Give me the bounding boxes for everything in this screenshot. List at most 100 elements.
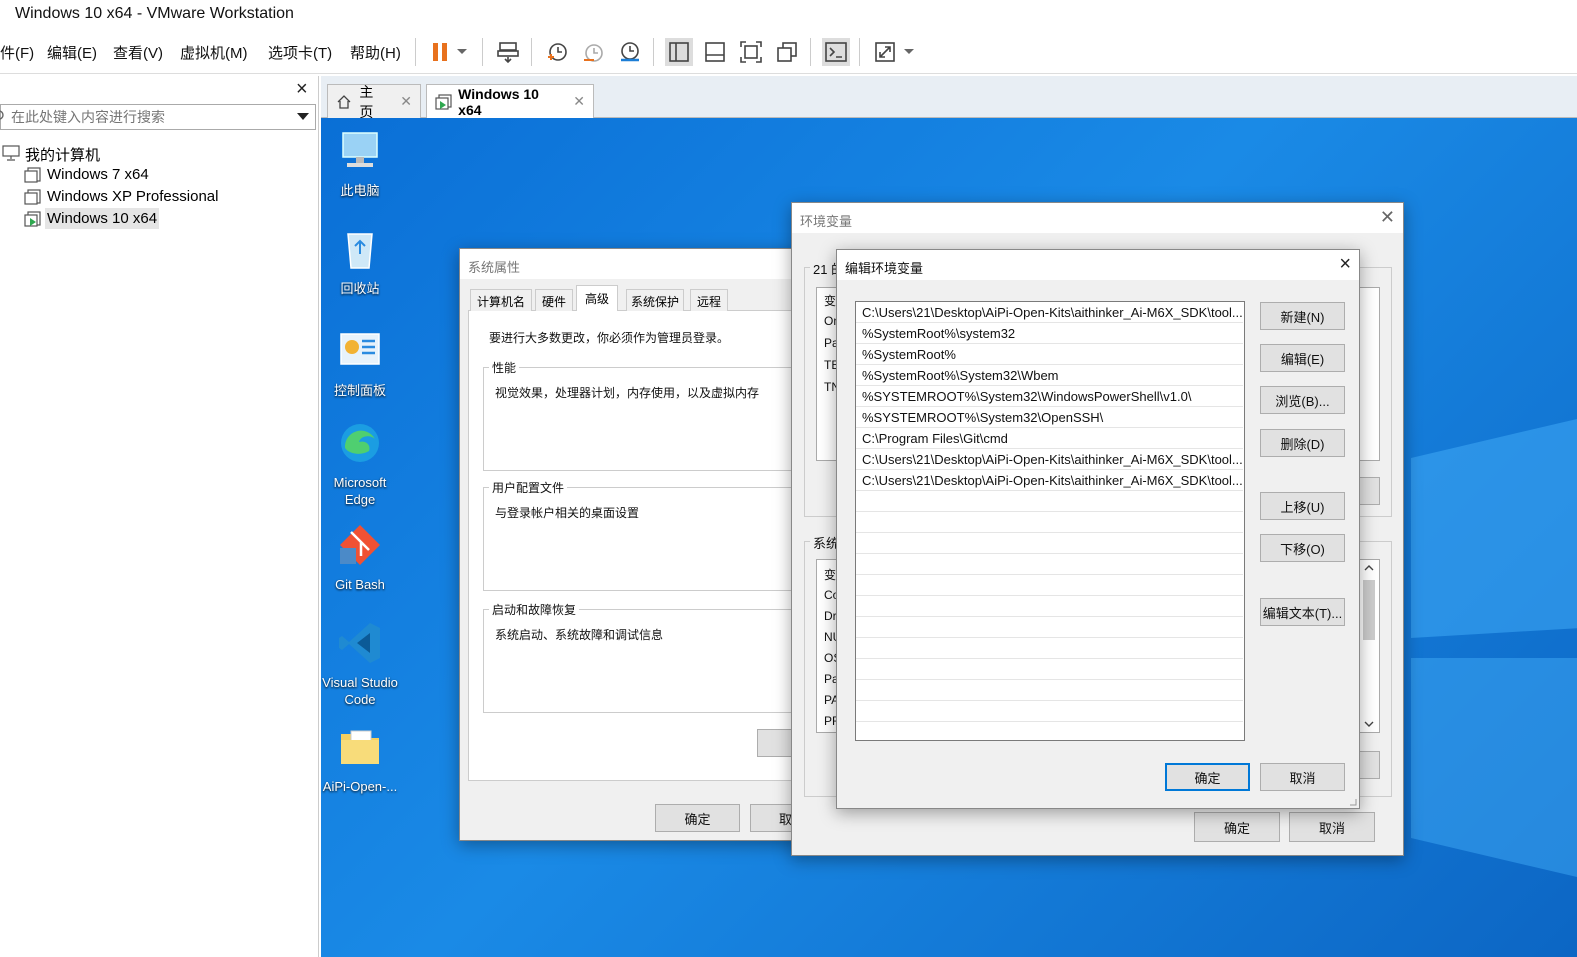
list-item[interactable] (856, 617, 1243, 638)
close-icon[interactable]: ✕ (573, 93, 585, 110)
list-item[interactable] (856, 491, 1243, 512)
cancel-button[interactable]: 取消 (1289, 812, 1375, 842)
send-keys-icon[interactable] (494, 38, 522, 66)
list-item[interactable]: %SYSTEMROOT%\System32\WindowsPowerShell\… (856, 386, 1243, 407)
close-icon[interactable]: ✕ (400, 93, 412, 110)
desktop-icon-edge[interactable]: Microsoft Edge (321, 420, 399, 508)
system-delete-button[interactable] (1358, 751, 1380, 779)
tab-label: Windows 10 x64 (458, 85, 539, 118)
group-description: 系统启动、系统故障和调试信息 (495, 628, 664, 642)
tab-advanced[interactable]: 高级 (576, 285, 619, 312)
move-down-button[interactable]: 下移(O) (1260, 534, 1345, 562)
revert-snapshot-icon[interactable] (580, 38, 608, 66)
fullscreen-icon[interactable] (737, 38, 765, 66)
path-entries-list[interactable]: C:\Users\21\Desktop\AiPi-Open-Kits\aithi… (855, 301, 1245, 741)
menu-help[interactable]: 帮助(H) (350, 42, 401, 63)
desktop-icon-recycle-bin[interactable]: 回收站 (321, 226, 399, 297)
tab-vm[interactable]: Windows 10 x64 ✕ (426, 84, 594, 118)
tree-root[interactable]: 我的计算机 (0, 142, 300, 164)
search-box[interactable] (0, 104, 316, 130)
unity-icon[interactable] (773, 38, 801, 66)
list-item[interactable] (856, 638, 1243, 659)
stretch-icon[interactable] (871, 38, 899, 66)
desktop-icon-label: AiPi-Open-... (322, 779, 398, 794)
close-icon[interactable]: × (296, 78, 308, 101)
list-item[interactable] (856, 701, 1243, 722)
list-item[interactable]: C:\Users\21\Desktop\AiPi-Open-Kits\aithi… (856, 470, 1243, 491)
computer-icon (342, 132, 378, 167)
menu-tabs[interactable]: 选项卡(T) (268, 42, 332, 63)
list-item[interactable] (856, 575, 1243, 596)
move-up-button[interactable]: 上移(U) (1260, 492, 1345, 520)
list-item[interactable]: Dr (824, 609, 837, 623)
menu-view[interactable]: 查看(V) (113, 42, 163, 63)
window-title: Windows 10 x64 - VMware Workstation (15, 5, 294, 22)
list-item[interactable] (856, 533, 1243, 554)
chevron-down-icon[interactable] (297, 113, 309, 121)
desktop-icon-folder[interactable]: AiPi-Open-... (321, 724, 399, 795)
user-variables-list-edge (1360, 287, 1380, 461)
dialog-title: 环境变量 (792, 203, 1403, 233)
menu-edit[interactable]: 编辑(E) (47, 42, 97, 63)
list-item[interactable] (856, 554, 1243, 575)
chevron-up-icon[interactable] (1364, 564, 1374, 572)
library-view-icon[interactable] (665, 38, 693, 66)
guest-desktop[interactable]: 此电脑 回收站 控制面板 Microsoft Edge Git Bash Vis… (321, 118, 1577, 957)
snapshot-icon[interactable] (543, 38, 571, 66)
list-item[interactable] (856, 512, 1243, 533)
ok-button[interactable]: 确定 (1165, 763, 1250, 791)
list-item[interactable] (856, 680, 1243, 701)
list-item[interactable] (856, 596, 1243, 617)
list-item[interactable]: %SystemRoot%\System32\Wbem (856, 365, 1243, 386)
group-label: 性能 (489, 359, 520, 376)
desktop-icon-vscode[interactable]: Visual Studio Code (321, 620, 399, 708)
admin-note: 要进行大多数更改，你必须作为管理员登录。 (489, 331, 730, 345)
list-item[interactable]: %SystemRoot% (856, 344, 1243, 365)
list-item[interactable]: C:\Users\21\Desktop\AiPi-Open-Kits\aithi… (856, 449, 1243, 470)
delete-button[interactable]: 删除(D) (1260, 429, 1345, 457)
home-icon (337, 94, 351, 109)
list-item[interactable]: %SYSTEMROOT%\System32\OpenSSH\ (856, 407, 1243, 428)
edit-button[interactable]: 编辑(E) (1260, 344, 1345, 372)
tree-item-vm[interactable]: Windows 7 x64 (24, 164, 304, 186)
vm-running-icon (24, 211, 41, 227)
scrollbar-thumb[interactable] (1363, 580, 1375, 640)
tree-item-vm[interactable]: Windows XP Professional (24, 186, 304, 208)
menu-bar: 件(F) 编辑(E) 查看(V) 虚拟机(M) 选项卡(T) 帮助(H) (0, 30, 1577, 74)
desktop-icon-this-pc[interactable]: 此电脑 (321, 128, 399, 199)
new-button[interactable]: 新建(N) (1260, 302, 1345, 330)
scrollbar[interactable] (1360, 559, 1380, 733)
snapshot-manager-icon[interactable] (616, 38, 644, 66)
tree-item-vm-selected[interactable]: Windows 10 x64 (24, 208, 168, 230)
resize-grip-icon[interactable] (1347, 796, 1357, 806)
desktop-icon-git-bash[interactable]: Git Bash (321, 522, 399, 593)
tab-strip: 计算机名 硬件 高级 系统保护 远程 (468, 285, 800, 314)
chevron-down-icon[interactable] (899, 38, 919, 66)
search-input[interactable] (11, 107, 281, 127)
vm-running-icon (435, 93, 452, 110)
list-item[interactable]: %SystemRoot%\system32 (856, 323, 1243, 344)
desktop-icon-control-panel[interactable]: 控制面板 (321, 328, 399, 399)
list-item[interactable]: C:\Users\21\Desktop\AiPi-Open-Kits\aithi… (856, 302, 1243, 323)
list-item[interactable] (856, 659, 1243, 680)
chevron-down-icon[interactable] (452, 38, 472, 66)
user-delete-button[interactable] (1358, 477, 1380, 505)
close-icon[interactable]: × (1339, 253, 1351, 276)
computer-icon (2, 145, 20, 161)
edit-text-button[interactable]: 编辑文本(T)... (1260, 598, 1345, 626)
cancel-button[interactable]: 取消 (1260, 763, 1345, 791)
menu-file[interactable]: 件(F) (0, 42, 34, 63)
tree-item-label: Windows 10 x64 (45, 208, 160, 229)
close-icon[interactable]: ✕ (1380, 207, 1395, 228)
browse-button[interactable]: 浏览(B)... (1260, 386, 1345, 414)
menu-vm[interactable]: 虚拟机(M) (180, 42, 248, 63)
console-icon[interactable] (822, 38, 850, 66)
pause-icon[interactable] (426, 38, 454, 66)
tab-home[interactable]: 主页 ✕ (327, 84, 421, 120)
ok-button[interactable]: 确定 (1194, 812, 1280, 842)
ok-button[interactable]: 确定 (655, 804, 740, 832)
toolbar-separator (810, 38, 811, 66)
list-item[interactable]: C:\Program Files\Git\cmd (856, 428, 1243, 449)
chevron-down-icon[interactable] (1364, 720, 1374, 728)
thumbnail-bar-icon[interactable] (701, 38, 729, 66)
